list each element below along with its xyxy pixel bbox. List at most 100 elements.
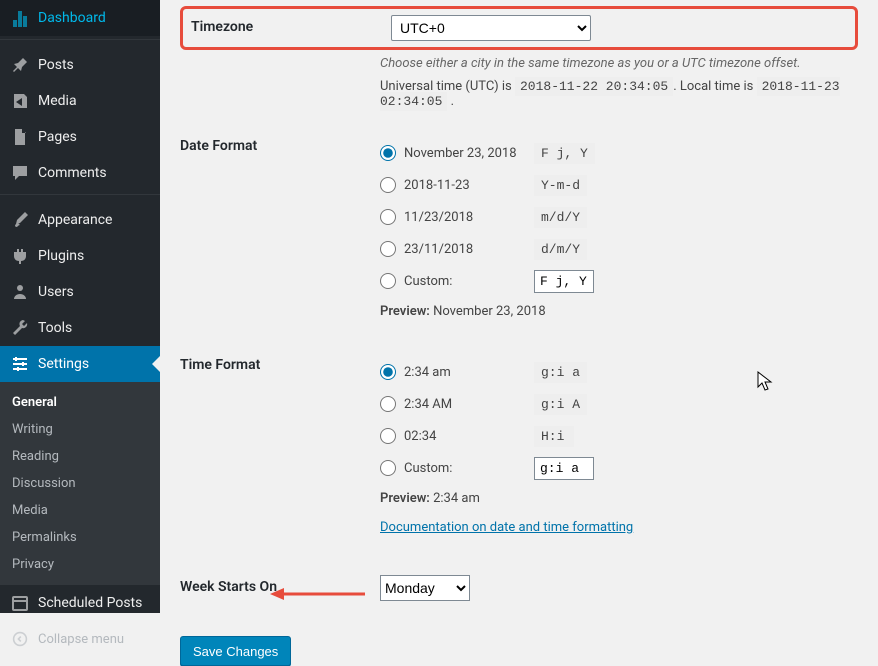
date-example: 23/11/2018 bbox=[404, 242, 534, 257]
menu-posts[interactable]: Posts bbox=[0, 47, 160, 83]
menu-label: Pages bbox=[38, 129, 77, 145]
time-custom-input[interactable] bbox=[534, 457, 594, 480]
date-custom-input[interactable] bbox=[534, 270, 594, 293]
submenu-media[interactable]: Media bbox=[0, 497, 160, 524]
time-radio-1[interactable] bbox=[380, 396, 396, 412]
menu-label: Comments bbox=[38, 165, 107, 181]
date-format-label: Date Format bbox=[180, 134, 380, 154]
calendar-icon bbox=[10, 593, 30, 613]
settings-content: Timezone UTC+0 Choose either a city in t… bbox=[160, 0, 878, 613]
submenu-discussion[interactable]: Discussion bbox=[0, 470, 160, 497]
menu-label: Plugins bbox=[38, 248, 84, 264]
pin-icon bbox=[10, 55, 30, 75]
time-radio-2[interactable] bbox=[380, 428, 396, 444]
submenu-privacy[interactable]: Privacy bbox=[0, 551, 160, 578]
menu-settings[interactable]: Settings bbox=[0, 346, 160, 382]
timezone-select[interactable]: UTC+0 bbox=[391, 15, 591, 41]
menu-dashboard[interactable]: Dashboard bbox=[0, 0, 160, 36]
time-code: g:i A bbox=[534, 394, 587, 415]
collapse-icon bbox=[10, 629, 30, 649]
menu-label: Appearance bbox=[38, 212, 112, 228]
submenu-permalinks[interactable]: Permalinks bbox=[0, 524, 160, 551]
week-starts-row: Week Starts On Monday bbox=[180, 560, 858, 616]
date-code: F j, Y bbox=[534, 143, 595, 164]
tools-icon bbox=[10, 318, 30, 338]
menu-plugins[interactable]: Plugins bbox=[0, 238, 160, 274]
local-prefix: . Local time is bbox=[673, 79, 756, 94]
date-option-1[interactable]: 2018-11-23Y-m-d bbox=[380, 172, 858, 198]
users-icon bbox=[10, 282, 30, 302]
time-format-label: Time Format bbox=[180, 353, 380, 373]
week-select[interactable]: Monday bbox=[380, 575, 470, 601]
date-option-3[interactable]: 23/11/2018d/m/Y bbox=[380, 236, 858, 262]
time-code: g:i a bbox=[534, 362, 587, 383]
date-code: Y-m-d bbox=[534, 175, 587, 196]
date-code: m/d/Y bbox=[534, 207, 587, 228]
timezone-highlight: Timezone UTC+0 bbox=[180, 6, 858, 50]
menu-scheduled-posts[interactable]: Scheduled Posts bbox=[0, 585, 160, 621]
date-example: 11/23/2018 bbox=[404, 210, 534, 225]
timezone-description: Choose either a city in the same timezon… bbox=[380, 56, 858, 71]
collapse-menu[interactable]: Collapse menu bbox=[0, 621, 160, 657]
date-radio-3[interactable] bbox=[380, 241, 396, 257]
time-suffix: . bbox=[447, 94, 454, 109]
settings-submenu: General Writing Reading Discussion Media… bbox=[0, 382, 160, 585]
menu-comments[interactable]: Comments bbox=[0, 155, 160, 191]
settings-icon bbox=[10, 354, 30, 374]
date-format-row: Date Format November 23, 2018F j, Y 2018… bbox=[180, 119, 858, 338]
menu-media[interactable]: Media bbox=[0, 83, 160, 119]
time-radio-0[interactable] bbox=[380, 364, 396, 380]
date-option-2[interactable]: 11/23/2018m/d/Y bbox=[380, 204, 858, 230]
custom-label: Custom: bbox=[404, 461, 534, 476]
plugin-icon bbox=[10, 246, 30, 266]
menu-separator bbox=[0, 194, 160, 199]
menu-tools[interactable]: Tools bbox=[0, 310, 160, 346]
utc-time: 2018-11-22 20:34:05 bbox=[515, 77, 673, 96]
week-label: Week Starts On bbox=[180, 575, 380, 595]
timezone-info: Universal time (UTC) is 2018-11-22 20:34… bbox=[380, 79, 858, 109]
menu-label: Media bbox=[38, 93, 77, 109]
date-radio-custom[interactable] bbox=[380, 273, 396, 289]
menu-label: Dashboard bbox=[38, 10, 106, 26]
collapse-label: Collapse menu bbox=[38, 632, 124, 647]
menu-label: Users bbox=[38, 284, 74, 300]
time-option-1[interactable]: 2:34 AMg:i A bbox=[380, 391, 858, 417]
time-example: 2:34 am bbox=[404, 365, 534, 380]
date-example: November 23, 2018 bbox=[404, 146, 534, 161]
time-option-custom[interactable]: Custom: bbox=[380, 455, 858, 481]
submenu-writing[interactable]: Writing bbox=[0, 416, 160, 443]
menu-pages[interactable]: Pages bbox=[0, 119, 160, 155]
submenu-reading[interactable]: Reading bbox=[0, 443, 160, 470]
date-option-0[interactable]: November 23, 2018F j, Y bbox=[380, 140, 858, 166]
date-time-docs-link[interactable]: Documentation on date and time formattin… bbox=[380, 520, 633, 535]
custom-label: Custom: bbox=[404, 274, 534, 289]
timezone-label: Timezone bbox=[191, 15, 391, 35]
date-code: d/m/Y bbox=[534, 239, 587, 260]
admin-sidebar: Dashboard Posts Media Pages Comments App… bbox=[0, 0, 160, 613]
date-radio-2[interactable] bbox=[380, 209, 396, 225]
dashboard-icon bbox=[10, 8, 30, 28]
time-option-2[interactable]: 02:34H:i bbox=[380, 423, 858, 449]
menu-separator bbox=[0, 39, 160, 44]
menu-label: Posts bbox=[38, 57, 74, 73]
date-radio-1[interactable] bbox=[380, 177, 396, 193]
menu-users[interactable]: Users bbox=[0, 274, 160, 310]
pages-icon bbox=[10, 127, 30, 147]
menu-label: Tools bbox=[38, 320, 72, 336]
time-format-row: Time Format 2:34 amg:i a 2:34 AMg:i A 02… bbox=[180, 338, 858, 560]
time-preview: Preview: 2:34 am bbox=[380, 491, 858, 506]
time-example: 02:34 bbox=[404, 429, 534, 444]
date-option-custom[interactable]: Custom: bbox=[380, 268, 858, 294]
time-radio-custom[interactable] bbox=[380, 460, 396, 476]
menu-label: Settings bbox=[38, 356, 89, 372]
time-option-0[interactable]: 2:34 amg:i a bbox=[380, 359, 858, 385]
brush-icon bbox=[10, 210, 30, 230]
media-icon bbox=[10, 91, 30, 111]
comments-icon bbox=[10, 163, 30, 183]
menu-appearance[interactable]: Appearance bbox=[0, 202, 160, 238]
date-example: 2018-11-23 bbox=[404, 178, 534, 193]
submenu-general[interactable]: General bbox=[0, 389, 160, 416]
time-example: 2:34 AM bbox=[404, 397, 534, 412]
date-radio-0[interactable] bbox=[380, 145, 396, 161]
save-button[interactable]: Save Changes bbox=[180, 636, 291, 666]
